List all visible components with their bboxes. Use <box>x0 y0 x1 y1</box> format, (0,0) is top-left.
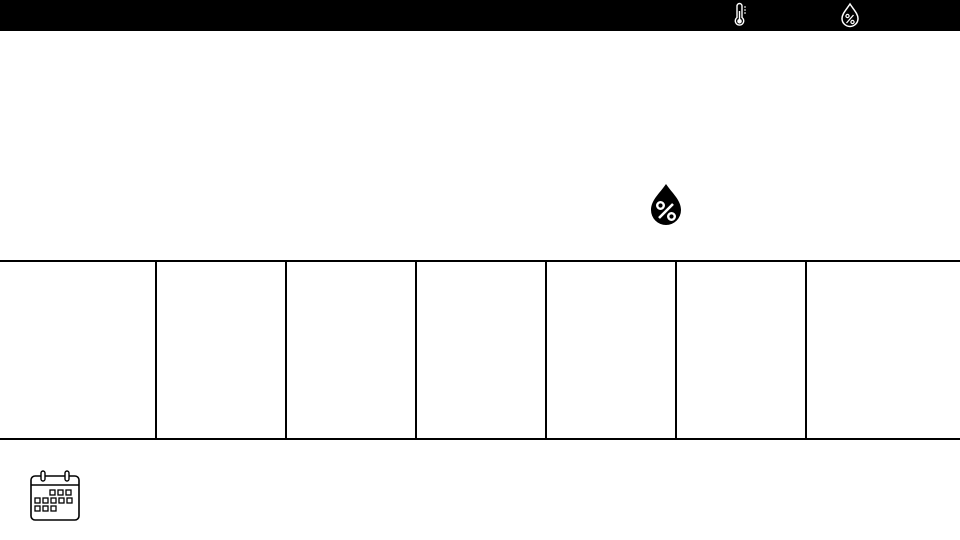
forecast-day-cell <box>155 262 285 438</box>
forecast-strip <box>0 260 960 440</box>
humidity-percent-icon <box>645 183 687 227</box>
forecast-day-cell <box>545 262 675 438</box>
thermometer-icon <box>726 2 752 28</box>
current-conditions-panel <box>0 31 960 261</box>
footer <box>0 442 960 540</box>
forecast-day-cell <box>805 262 960 438</box>
forecast-day-cell <box>0 262 155 438</box>
forecast-day-cell <box>285 262 415 438</box>
calendar-icon <box>29 470 81 522</box>
humidity-percent-icon <box>837 2 863 28</box>
forecast-day-cell <box>675 262 805 438</box>
forecast-day-cell <box>415 262 545 438</box>
status-bar <box>0 0 960 31</box>
